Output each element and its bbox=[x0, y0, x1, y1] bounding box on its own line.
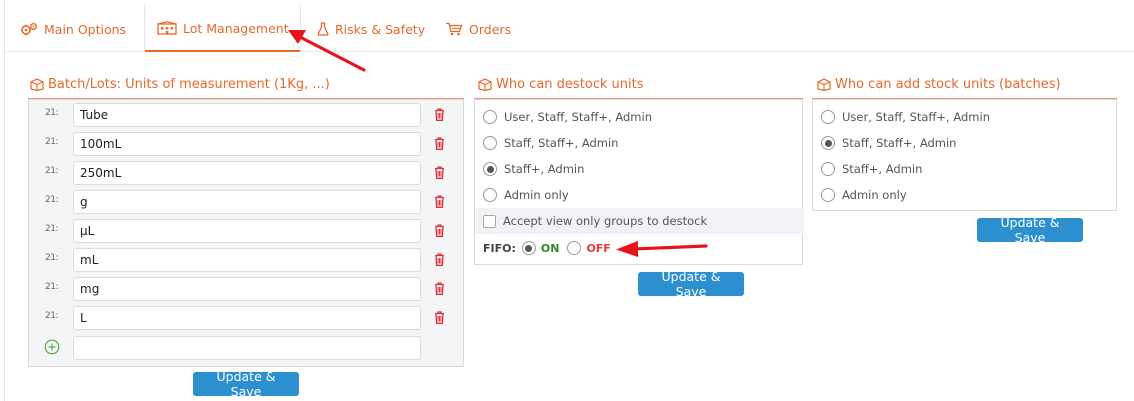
add-stock-option-0[interactable]: User, Staff, Staff+, Admin bbox=[821, 110, 990, 124]
unit-row: 21: bbox=[29, 101, 463, 130]
new-unit-input[interactable] bbox=[73, 336, 421, 360]
fifo-toggle: FIFO: ON OFF bbox=[483, 241, 611, 255]
unit-input[interactable] bbox=[73, 277, 421, 301]
tab-label: Orders bbox=[469, 21, 512, 37]
fifo-label: FIFO: bbox=[483, 241, 516, 255]
units-update-save-button[interactable]: Update & Save bbox=[193, 369, 299, 399]
drag-handle[interactable]: 21: bbox=[45, 282, 58, 292]
gears-icon bbox=[21, 23, 37, 36]
option-label: User, Staff, Staff+, Admin bbox=[842, 110, 990, 124]
unit-input[interactable] bbox=[73, 219, 421, 243]
tab-orders[interactable]: Orders bbox=[445, 6, 511, 52]
unit-row: 21: bbox=[29, 217, 463, 246]
drag-handle[interactable]: 21: bbox=[45, 253, 58, 263]
radio-button[interactable] bbox=[483, 136, 497, 150]
radio-button[interactable] bbox=[821, 162, 835, 176]
radio-button[interactable] bbox=[821, 188, 835, 202]
trash-icon[interactable] bbox=[434, 195, 445, 208]
drag-handle[interactable]: 21: bbox=[45, 311, 58, 321]
fifo-on-label: ON bbox=[540, 241, 560, 255]
unit-input[interactable] bbox=[73, 248, 421, 272]
units-list: 21: 21: 21: 21: 21: 21: 21: 21: bbox=[28, 99, 464, 367]
destock-option-3[interactable]: Admin only bbox=[483, 188, 569, 202]
box-icon bbox=[478, 78, 492, 91]
radio-button-selected[interactable] bbox=[483, 162, 497, 176]
box-icon bbox=[30, 78, 44, 91]
box-icon bbox=[817, 78, 831, 91]
units-section-title: Batch/Lots: Units of measurement (1Kg, .… bbox=[30, 77, 330, 92]
building-icon bbox=[157, 21, 177, 35]
option-label: Staff+, Admin bbox=[842, 162, 923, 176]
unit-input[interactable] bbox=[73, 190, 421, 214]
view-only-checkbox[interactable] bbox=[483, 214, 496, 228]
drag-handle[interactable]: 21: bbox=[45, 108, 58, 118]
trash-icon[interactable] bbox=[434, 282, 445, 295]
destock-title-text: Who can destock units bbox=[496, 77, 644, 92]
add-stock-section-title: Who can add stock units (batches) bbox=[817, 77, 1061, 92]
radio-button[interactable] bbox=[483, 110, 497, 124]
radio-button-selected[interactable] bbox=[821, 136, 835, 150]
unit-row: 21: bbox=[29, 159, 463, 188]
option-label: Staff+, Admin bbox=[504, 162, 585, 176]
unit-input[interactable] bbox=[73, 306, 421, 330]
add-stock-option-1[interactable]: Staff, Staff+, Admin bbox=[821, 136, 956, 150]
destock-option-1[interactable]: Staff, Staff+, Admin bbox=[483, 136, 618, 150]
add-stock-title-text: Who can add stock units (batches) bbox=[835, 77, 1061, 92]
fifo-off-radio[interactable] bbox=[567, 241, 582, 255]
tab-lot-management[interactable]: Lot Management bbox=[144, 5, 301, 52]
option-label: Admin only bbox=[842, 188, 907, 202]
trash-icon[interactable] bbox=[434, 108, 445, 121]
view-only-option[interactable]: Accept view only groups to destock bbox=[483, 214, 707, 228]
add-stock-update-save-button[interactable]: Update & Save bbox=[977, 215, 1083, 245]
cart-icon bbox=[446, 22, 463, 36]
checkbox-label: Accept view only groups to destock bbox=[503, 214, 708, 228]
view-only-checkbox-row: Accept view only groups to destock bbox=[475, 208, 804, 234]
tab-label: Lot Management bbox=[183, 20, 289, 36]
drag-handle[interactable]: 21: bbox=[45, 137, 58, 147]
trash-icon[interactable] bbox=[434, 311, 445, 324]
trash-icon[interactable] bbox=[434, 137, 445, 150]
units-title-text: Batch/Lots: Units of measurement (1Kg, .… bbox=[48, 77, 330, 92]
option-label: Staff, Staff+, Admin bbox=[842, 136, 957, 150]
add-stock-option-3[interactable]: Admin only bbox=[821, 188, 907, 202]
unit-row: 21: bbox=[29, 275, 463, 304]
radio-button[interactable] bbox=[821, 110, 835, 124]
drag-handle[interactable]: 21: bbox=[45, 224, 58, 234]
add-stock-panel: User, Staff, Staff+, Admin Staff, Staff+… bbox=[812, 99, 1117, 211]
radio-button[interactable] bbox=[483, 188, 497, 202]
option-label: Staff, Staff+, Admin bbox=[504, 136, 619, 150]
option-label: User, Staff, Staff+, Admin bbox=[504, 110, 652, 124]
trash-icon[interactable] bbox=[434, 253, 445, 266]
drag-handle[interactable]: 21: bbox=[45, 195, 58, 205]
fifo-on-radio[interactable] bbox=[521, 241, 536, 255]
fifo-off-label: OFF bbox=[586, 241, 611, 255]
destock-option-2[interactable]: Staff+, Admin bbox=[483, 162, 584, 176]
add-circle-icon[interactable] bbox=[44, 339, 60, 355]
unit-row: 21: bbox=[29, 246, 463, 275]
unit-input[interactable] bbox=[73, 132, 421, 156]
unit-row: 21: bbox=[29, 304, 463, 333]
new-unit-row bbox=[29, 334, 463, 363]
destock-update-save-button[interactable]: Update & Save bbox=[638, 269, 744, 299]
unit-row: 21: bbox=[29, 188, 463, 217]
tab-bar: Main Options Lot Management Risks & Safe… bbox=[5, 5, 1134, 52]
tab-main-options[interactable]: Main Options bbox=[20, 6, 126, 52]
option-label: Admin only bbox=[504, 188, 569, 202]
unit-input[interactable] bbox=[73, 161, 421, 185]
tab-label: Main Options bbox=[44, 21, 127, 37]
annotation-arrow-fifo bbox=[616, 241, 708, 257]
page-left-border bbox=[4, 0, 5, 401]
annotation-arrow-tab bbox=[288, 30, 366, 72]
unit-row: 21: bbox=[29, 130, 463, 159]
add-stock-option-2[interactable]: Staff+, Admin bbox=[821, 162, 922, 176]
destock-option-0[interactable]: User, Staff, Staff+, Admin bbox=[483, 110, 652, 124]
trash-icon[interactable] bbox=[434, 224, 445, 237]
trash-icon[interactable] bbox=[434, 166, 445, 179]
destock-section-title: Who can destock units bbox=[478, 77, 644, 92]
drag-handle[interactable]: 21: bbox=[45, 166, 58, 176]
unit-input[interactable] bbox=[73, 103, 421, 127]
